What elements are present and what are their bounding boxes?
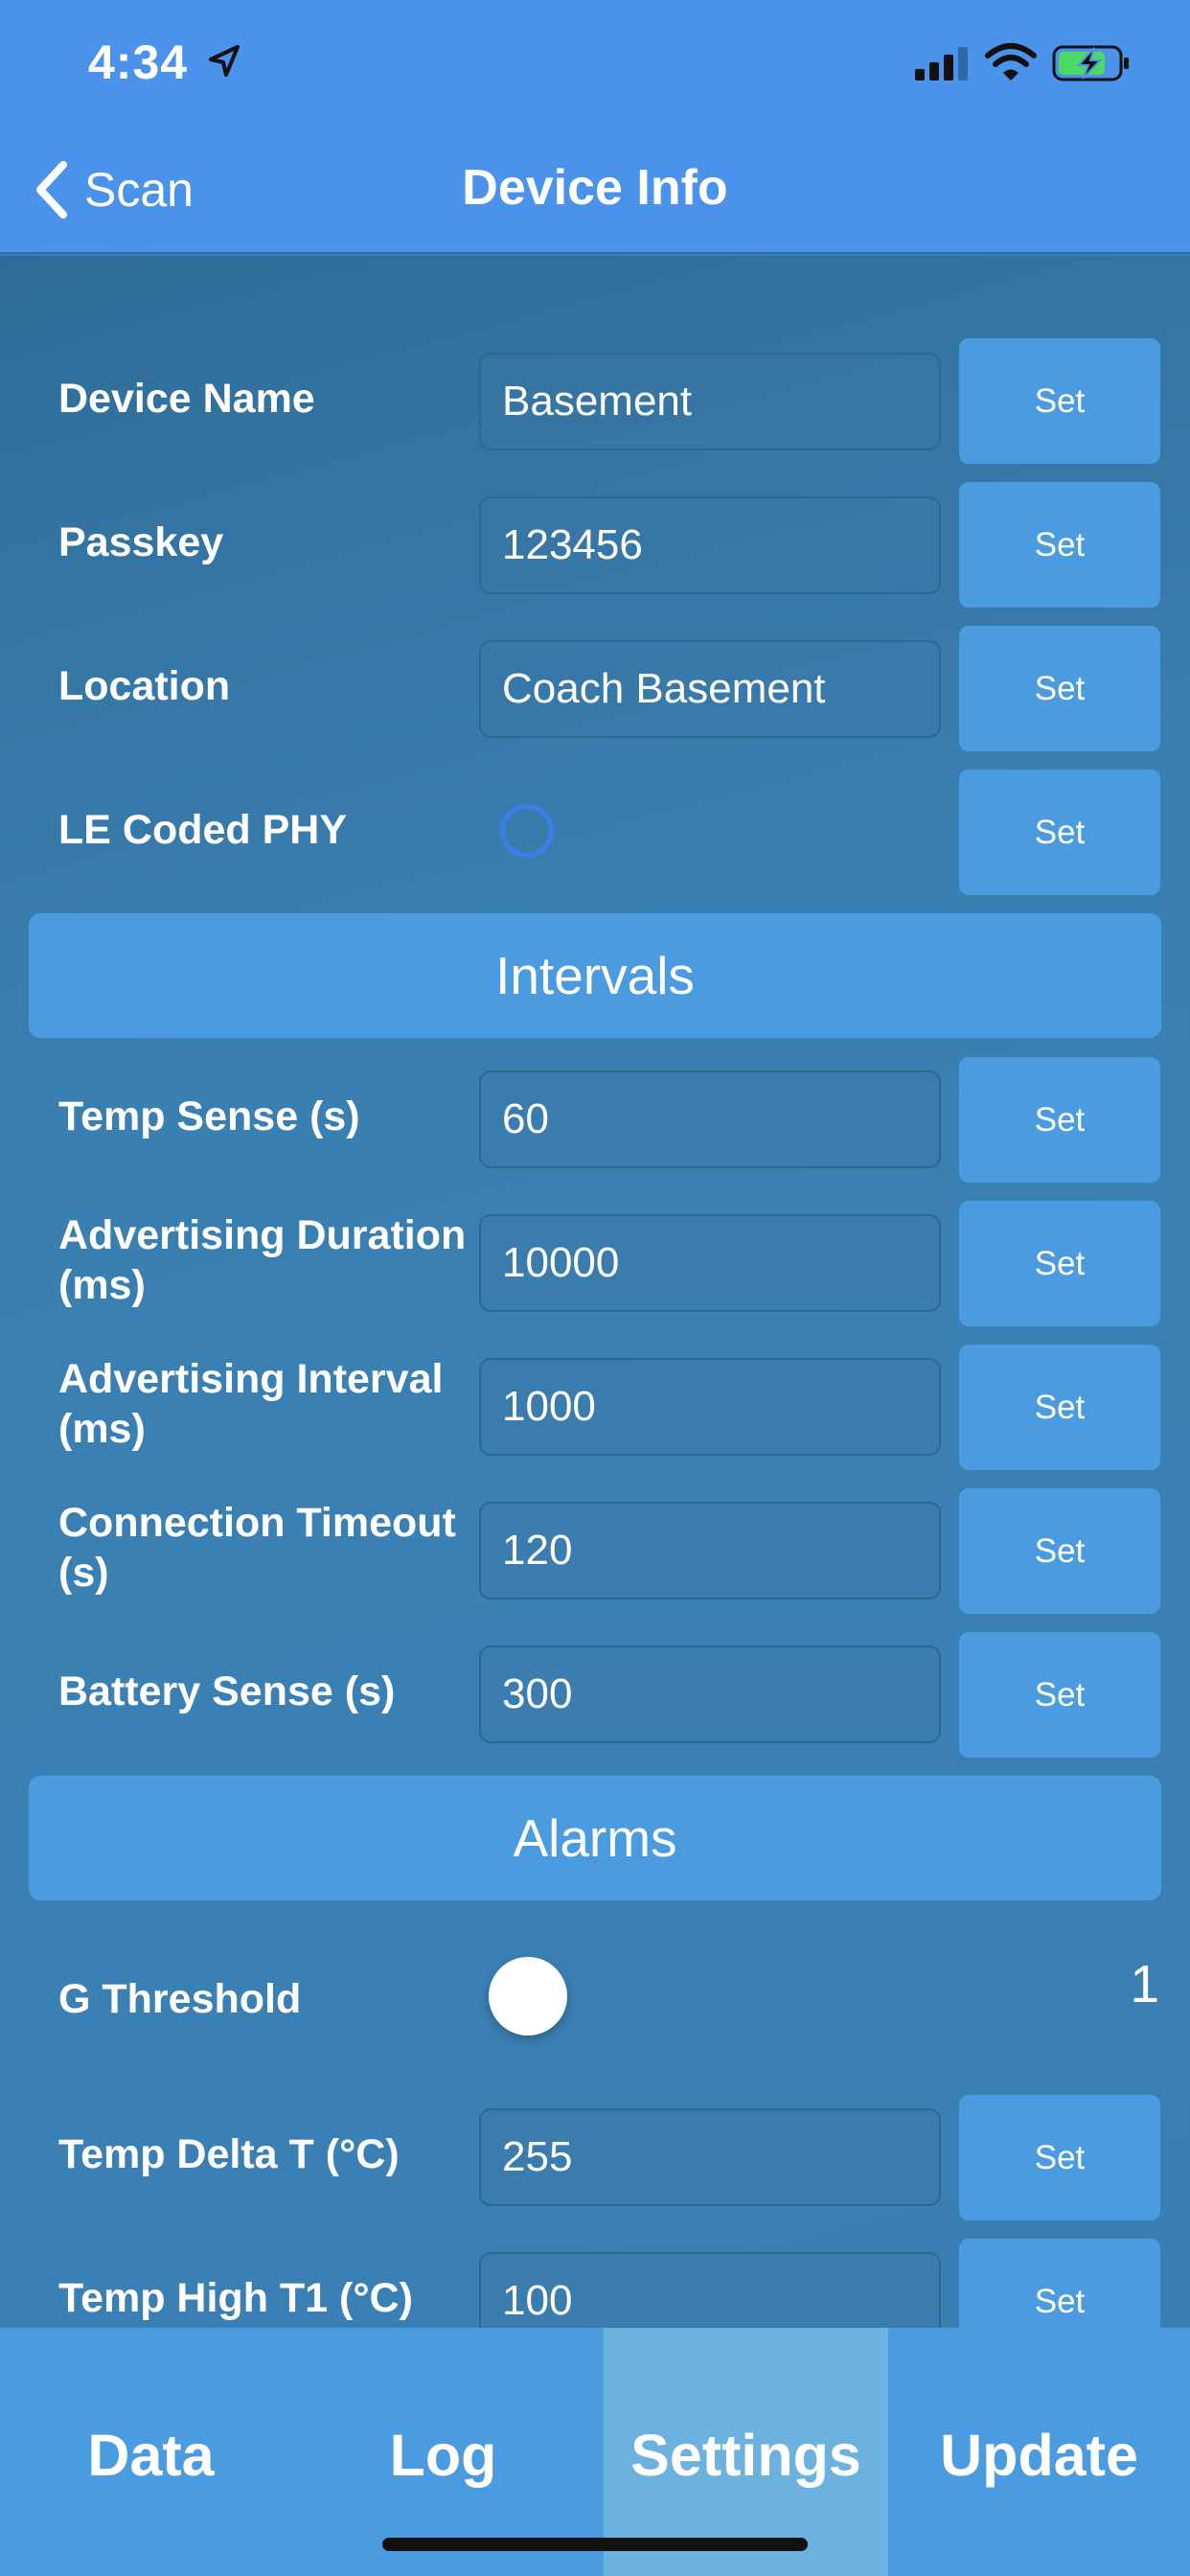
wifi-icon [985,43,1037,80]
device-name-set-button[interactable]: Set [959,338,1160,464]
conn-timeout-set-button[interactable]: Set [959,1488,1160,1614]
adv-duration-set-button[interactable]: Set [959,1201,1160,1326]
le-coded-phy-set-button[interactable]: Set [959,770,1160,895]
alarms-section-header: Alarms [29,1776,1161,1900]
intervals-section-header: Intervals [29,913,1161,1038]
battery-sense-input[interactable]: 300 [479,1645,941,1743]
adv-interval-label: Advertising Interval (ms) [58,1356,444,1452]
navigation-header: 4:34 Scan Device Info [0,0,1190,254]
temp-high-set-button[interactable]: Set [959,2239,1160,2328]
battery-charging-icon [1052,45,1129,81]
g-threshold-value: 1 [1130,1954,1159,2013]
adv-duration-input[interactable]: 10000 [479,1214,941,1312]
passkey-label: Passkey [58,519,224,565]
temp-sense-set-button[interactable]: Set [959,1057,1160,1183]
battery-sense-set-button[interactable]: Set [959,1632,1160,1758]
signal-icon [915,47,968,80]
battery-sense-label: Battery Sense (s) [58,1668,396,1714]
tab-update[interactable]: Update [888,2328,1190,2576]
passkey-input[interactable]: 123456 [479,496,941,594]
g-threshold-label: G Threshold [58,1976,302,2022]
adv-interval-set-button[interactable]: Set [959,1345,1160,1470]
location-arrow-icon [209,45,240,77]
adv-interval-input[interactable]: 1000 [479,1358,941,1456]
device-name-label: Device Name [58,376,315,422]
temp-high-label: Temp High T1 (°C) [58,2275,413,2321]
location-set-button[interactable]: Set [959,626,1160,751]
passkey-set-button[interactable]: Set [959,482,1160,608]
page-title: Device Info [462,160,728,216]
location-input[interactable]: Coach Basement [479,640,941,738]
temp-sense-label: Temp Sense (s) [58,1093,360,1139]
settings-scroll-view[interactable]: Device Name Basement Set Passkey 123456 … [0,256,1190,2328]
le-coded-phy-label: LE Coded PHY [58,807,348,853]
temp-high-input[interactable]: 100 [479,2252,941,2328]
adv-duration-label: Advertising Duration (ms) [58,1212,467,1308]
location-label: Location [58,663,231,709]
temp-delta-input[interactable]: 255 [479,2108,941,2206]
temp-sense-input[interactable]: 60 [479,1070,941,1168]
temp-delta-set-button[interactable]: Set [959,2095,1160,2220]
temp-delta-label: Temp Delta T (°C) [58,2131,400,2177]
tab-data[interactable]: Data [0,2328,302,2576]
status-time: 4:34 [88,35,189,89]
le-coded-phy-radio[interactable] [500,804,554,858]
conn-timeout-input[interactable]: 120 [479,1502,941,1599]
home-indicator [382,2538,808,2551]
device-name-input[interactable]: Basement [479,353,941,450]
conn-timeout-label: Connection Timeout (s) [58,1500,456,1596]
g-threshold-slider-knob[interactable] [489,1957,567,2036]
